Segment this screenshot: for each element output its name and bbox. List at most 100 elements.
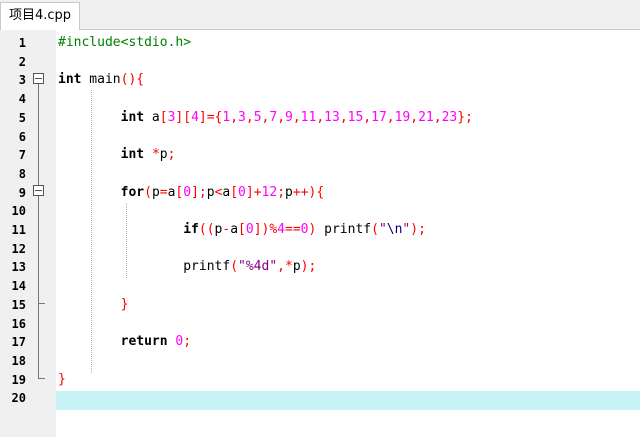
code-text[interactable]: int *p;	[58, 146, 176, 165]
code-token: ,	[245, 109, 254, 125]
line-number: 5	[18, 110, 26, 125]
fold-end-for	[38, 303, 45, 304]
code-line: 11 if((p-a[0])%4==0) printf("\n");	[0, 221, 640, 240]
line-number: 16	[11, 316, 26, 331]
tab-bar: 项目4.cpp	[0, 0, 640, 30]
code-token: ,	[339, 109, 348, 125]
fold-minus-icon[interactable]	[33, 73, 44, 84]
code-token: 13	[324, 109, 340, 125]
code-token: p	[285, 184, 293, 200]
line-number: 8	[18, 166, 26, 181]
code-token: 4	[277, 222, 285, 237]
code-token: a	[144, 109, 160, 125]
code-token: ==	[285, 222, 301, 237]
line-number: 19	[11, 372, 26, 387]
code-token: ,	[277, 109, 286, 125]
fold-minus-icon[interactable]	[33, 185, 44, 196]
code-token: 12	[261, 184, 278, 200]
code-line: 7 int *p;	[0, 146, 640, 165]
code-token: p	[151, 184, 160, 200]
code-token: ,	[363, 109, 372, 125]
line-number: 1	[18, 36, 26, 50]
code-token: 7	[269, 109, 278, 125]
code-token: 9	[285, 109, 293, 125]
code-token: 0	[238, 184, 246, 200]
code-line: 16	[0, 315, 640, 334]
code-token: 17	[371, 109, 387, 125]
code-token: ;	[167, 147, 176, 163]
code-text[interactable]: #include<stdio.h>	[58, 34, 191, 53]
code-line: 6	[0, 128, 640, 147]
code-token: ++){	[292, 184, 325, 200]
code-token: ((	[198, 222, 215, 237]
code-token: 4	[191, 109, 199, 125]
code-token: *	[151, 147, 160, 163]
code-token: 0	[245, 222, 254, 237]
code-token: }	[58, 371, 66, 387]
line-number: 6	[18, 129, 26, 144]
code-token: );	[300, 259, 317, 275]
code-token: 15	[347, 109, 364, 125]
code-token: ,*	[277, 259, 293, 275]
line-number: 18	[11, 353, 26, 368]
code-line: 10	[0, 202, 640, 221]
code-text[interactable]: int a[3][4]={1,3,5,7,9,11,13,15,17,19,21…	[58, 109, 473, 128]
code-token: \n	[386, 222, 403, 237]
code-token: "%4d"	[238, 259, 278, 275]
code-line: 18	[0, 352, 640, 371]
code-text[interactable]: return 0;	[58, 333, 191, 352]
line-number: 9	[18, 185, 26, 200]
code-line: 13 printf("%4d",*p);	[0, 258, 640, 277]
code-token: [	[238, 222, 246, 237]
code-line: 2	[0, 53, 640, 72]
code-token: return	[120, 334, 168, 350]
code-token: #include<stdio.h>	[58, 35, 192, 50]
code-token: int	[120, 109, 145, 125]
code-line: 4	[0, 90, 640, 109]
code-token: ])%	[253, 222, 278, 237]
code-text[interactable]: for(p=a[0];p<a[0]+12;p++){	[58, 184, 325, 203]
code-token: ]+	[245, 184, 262, 200]
code-token: 3	[238, 109, 246, 125]
code-token: (	[144, 184, 152, 200]
tab-file[interactable]: 项目4.cpp	[0, 2, 81, 30]
code-token: [	[230, 184, 239, 200]
code-text[interactable]: printf("%4d",*p);	[58, 258, 316, 277]
code-token: 11	[300, 109, 317, 125]
code-text[interactable]: }	[58, 296, 129, 315]
code-token: a	[230, 222, 239, 237]
code-token: int	[58, 72, 82, 88]
code-text[interactable]: }	[58, 371, 66, 390]
code-text[interactable]: int main(){	[58, 71, 144, 90]
code-token: ,	[410, 109, 419, 125]
fold-end-main	[38, 378, 45, 379]
code-token: for	[120, 184, 145, 200]
code-token: main	[81, 72, 121, 88]
code-token: 5	[253, 109, 262, 125]
code-token: );	[410, 222, 426, 237]
code-token: ,	[230, 109, 239, 125]
code-line: 5 int a[3][4]={1,3,5,7,9,11,13,15,17,19,…	[0, 109, 640, 128]
code-token: (	[371, 222, 379, 237]
code-token: =	[159, 184, 168, 200]
code-token: ,	[316, 109, 325, 125]
code-text[interactable]: if((p-a[0])%4==0) printf("\n");	[58, 221, 426, 240]
code-token: ,	[292, 109, 301, 125]
code-token: int	[120, 147, 145, 163]
line-number: 17	[11, 335, 26, 350]
code-line: 19}	[0, 371, 640, 390]
code-token: };	[457, 109, 473, 125]
fold-line-for	[38, 196, 39, 303]
line-number: 13	[11, 260, 26, 275]
code-token: if	[183, 222, 199, 237]
code-token: 23	[441, 109, 458, 125]
code-token: 21	[418, 109, 434, 125]
code-token: }	[120, 296, 129, 312]
line-number: 2	[18, 54, 26, 69]
